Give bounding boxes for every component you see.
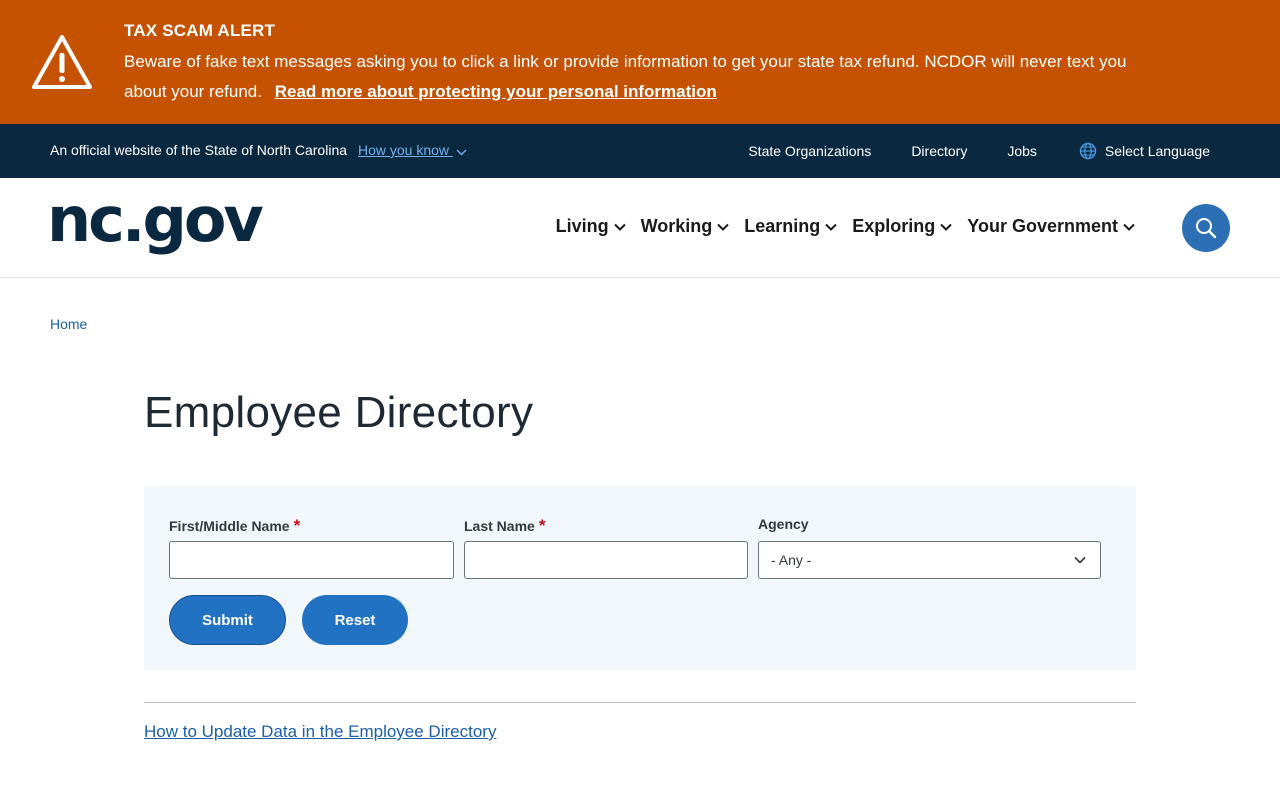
required-marker: *: [538, 516, 546, 535]
select-language-label: Select Language: [1104, 143, 1210, 159]
utility-bar: An official website of the State of Nort…: [0, 124, 1280, 178]
reset-button[interactable]: Reset: [302, 595, 408, 645]
divider: [144, 702, 1136, 703]
site-header: nc.gov Living Working Learning Exploring…: [0, 178, 1280, 278]
update-data-link[interactable]: How to Update Data in the Employee Direc…: [144, 722, 496, 742]
first-name-field-group: First/Middle Name *: [169, 516, 454, 579]
page-title: Employee Directory: [144, 388, 534, 437]
state-organizations-link[interactable]: State Organizations: [748, 143, 871, 159]
first-name-label-text: First/Middle Name: [169, 518, 290, 534]
nav-working[interactable]: Working: [641, 216, 730, 237]
chevron-down-icon: [613, 223, 626, 231]
agency-label: Agency: [758, 516, 809, 532]
first-name-label: First/Middle Name *: [169, 516, 454, 540]
required-marker: *: [293, 516, 301, 535]
chevron-down-icon: [1074, 556, 1086, 564]
chevron-down-icon: [717, 223, 729, 231]
nav-learning[interactable]: Learning: [744, 216, 837, 237]
utility-links: State Organizations Directory Jobs Selec…: [708, 142, 1210, 160]
nav-your-government[interactable]: Your Government: [967, 216, 1135, 237]
official-website-text: An official website of the State of Nort…: [50, 142, 348, 158]
main-navigation: Living Working Learning Exploring Your G…: [541, 216, 1135, 237]
globe-icon: [1079, 142, 1097, 160]
chevron-down-icon: [456, 149, 467, 156]
nav-living[interactable]: Living: [556, 216, 626, 237]
alert-message: Beware of fake text messages asking you …: [124, 47, 1134, 107]
directory-search-form: First/Middle Name * Last Name * Agency - A…: [144, 486, 1136, 670]
chevron-down-icon: [1123, 223, 1135, 231]
nav-exploring[interactable]: Exploring: [852, 216, 953, 237]
agency-select[interactable]: - Any -: [758, 541, 1101, 579]
tax-scam-alert-banner: TAX SCAM ALERT Beware of fake text messa…: [0, 0, 1280, 124]
search-button[interactable]: [1182, 204, 1230, 252]
submit-button[interactable]: Submit: [169, 595, 286, 645]
chevron-down-icon: [825, 223, 837, 231]
nav-working-label: Working: [640, 216, 713, 236]
nav-your-government-label: Your Government: [967, 216, 1118, 236]
chevron-down-icon: [940, 223, 953, 231]
nav-learning-label: Learning: [744, 216, 821, 236]
agency-field-group: Agency - Any -: [758, 516, 1101, 579]
nav-living-label: Living: [555, 216, 609, 236]
select-language-button[interactable]: Select Language: [1079, 142, 1210, 160]
breadcrumb-home[interactable]: Home: [50, 316, 87, 332]
how-you-know-toggle[interactable]: How you know: [358, 142, 467, 158]
alert-read-more-link[interactable]: Read more about protecting your personal…: [275, 82, 717, 101]
directory-link[interactable]: Directory: [911, 143, 967, 159]
alert-title: TAX SCAM ALERT: [124, 21, 276, 40]
last-name-field-group: Last Name *: [464, 516, 748, 579]
last-name-label-text: Last Name: [464, 518, 535, 534]
agency-selected-value: - Any -: [771, 552, 812, 568]
first-name-input[interactable]: [169, 541, 454, 579]
search-icon: [1196, 218, 1217, 239]
jobs-link[interactable]: Jobs: [1007, 143, 1037, 159]
last-name-label: Last Name *: [464, 516, 748, 540]
how-you-know-label: How you know: [358, 142, 450, 158]
warning-triangle-icon: [32, 35, 92, 89]
nav-exploring-label: Exploring: [852, 216, 936, 236]
nc-gov-logo[interactable]: nc.gov: [47, 180, 264, 260]
last-name-input[interactable]: [464, 541, 748, 579]
